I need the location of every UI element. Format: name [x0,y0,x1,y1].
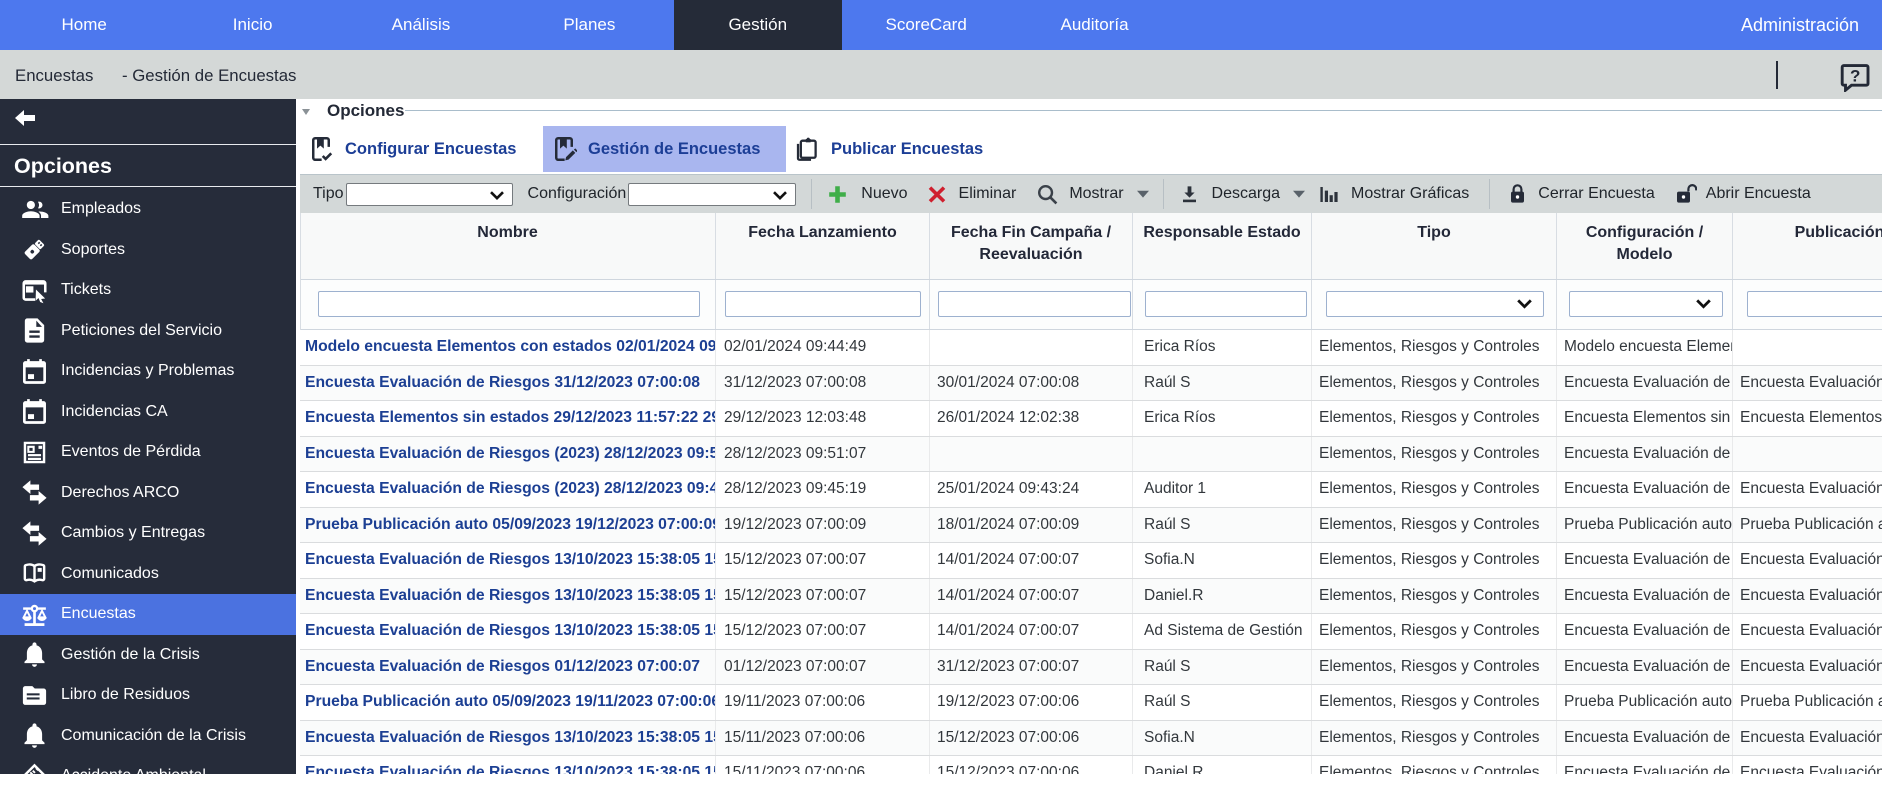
svg-text:?: ? [1850,66,1860,85]
